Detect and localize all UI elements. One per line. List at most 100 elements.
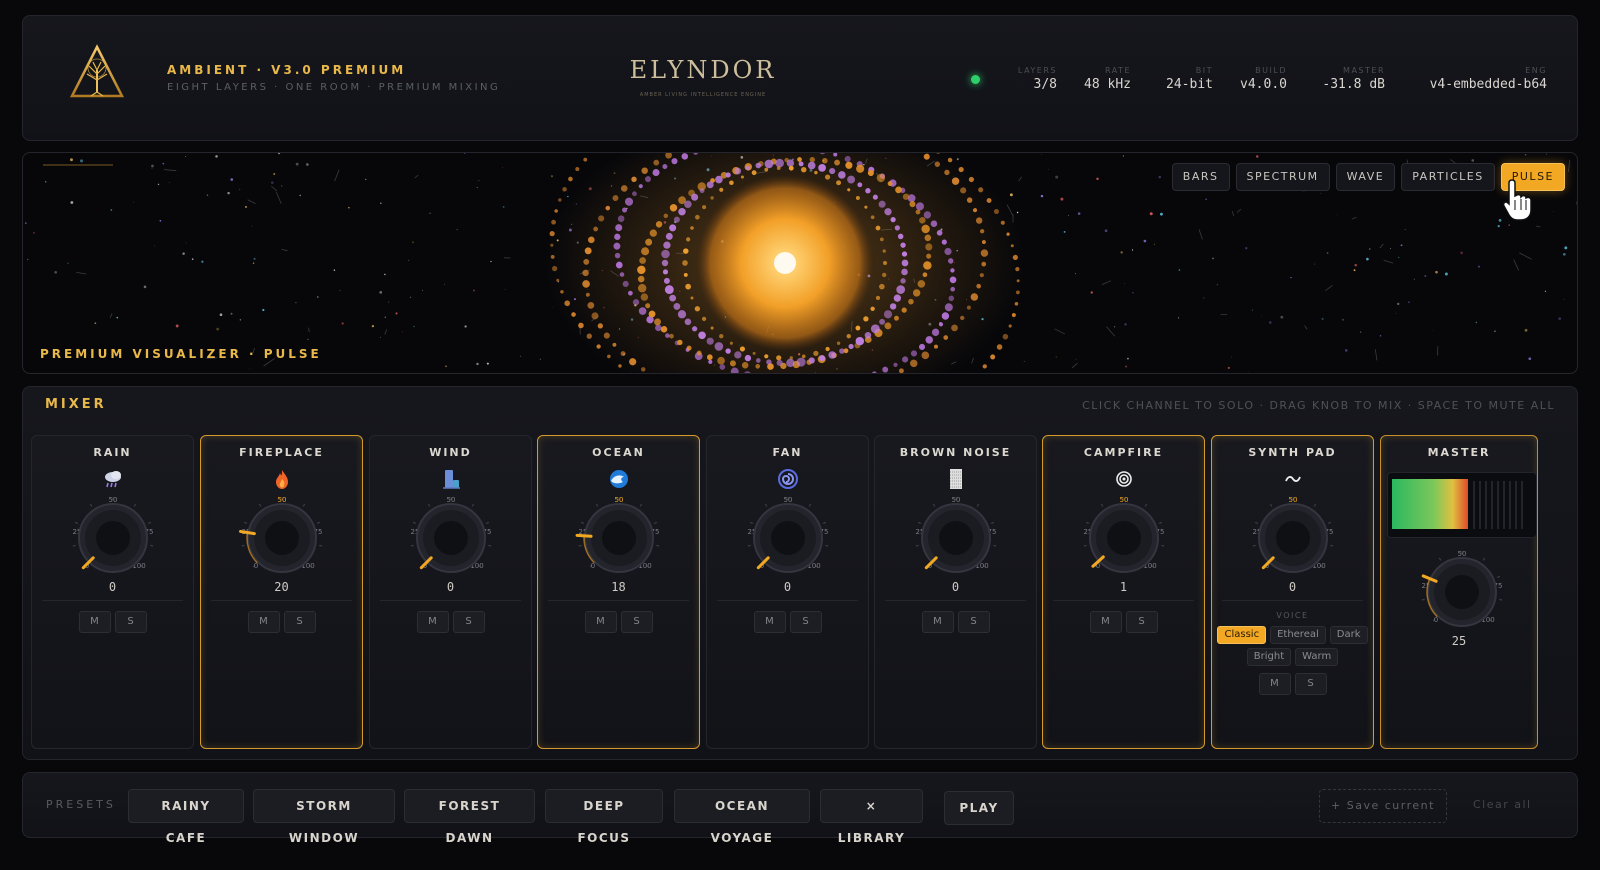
preset-ocean-voyage-button[interactable]: OCEAN VOYAGE bbox=[674, 789, 810, 845]
tab-spectrum[interactable]: SPECTRUM bbox=[1235, 163, 1330, 191]
volume-knob[interactable]: 2550750100 bbox=[1243, 490, 1343, 580]
visualizer-caption: PREMIUM VISUALIZER · PULSE bbox=[40, 347, 322, 361]
voice-option-bright[interactable]: Bright bbox=[1246, 648, 1292, 666]
channel-name: SYNTH PAD bbox=[1248, 446, 1337, 459]
channel-brown-noise[interactable]: BROWN NOISE 2550750100 0 M S bbox=[874, 435, 1037, 749]
mute-button[interactable]: M bbox=[1258, 673, 1291, 695]
solo-button[interactable]: S bbox=[114, 611, 147, 633]
mute-solo-group: M S bbox=[875, 611, 1036, 633]
knob-tick-label: 50 bbox=[952, 496, 961, 504]
stat-bit: BIT 24-bit bbox=[1166, 66, 1213, 92]
channel-divider bbox=[211, 600, 352, 601]
master-meter-fill bbox=[1392, 479, 1468, 529]
tab-wave[interactable]: WAVE bbox=[1335, 163, 1396, 191]
volume-knob[interactable]: 2550750100 bbox=[63, 490, 163, 580]
master-value: 25 bbox=[1451, 634, 1467, 648]
channel-name: FAN bbox=[772, 446, 803, 459]
channel-rain[interactable]: RAIN 2550750100 0 M S bbox=[31, 435, 194, 749]
save-current-button[interactable]: + Save current bbox=[1319, 789, 1447, 823]
channel-name: CAMPFIRE bbox=[1083, 446, 1164, 459]
preset-storm-window-button[interactable]: STORM WINDOW bbox=[253, 789, 395, 845]
mute-solo-group: M S bbox=[707, 611, 868, 633]
channel-campfire[interactable]: CAMPFIRE 25 50 75 0 100 1 M S bbox=[1042, 435, 1205, 749]
master-channel[interactable]: MASTER 25 50 75 0 100 25 bbox=[1380, 435, 1538, 749]
solo-button[interactable]: S bbox=[452, 611, 485, 633]
stat-master: MASTER -31.8 dB bbox=[1322, 66, 1385, 92]
knob-tick-label: 0 bbox=[254, 562, 258, 570]
clear-all-button[interactable]: Clear all bbox=[1473, 798, 1532, 811]
app-subtitle: EIGHT LAYERS · ONE ROOM · PREMIUM MIXING bbox=[167, 82, 501, 93]
mute-solo-group: M S bbox=[32, 611, 193, 633]
mute-solo-group: M S bbox=[538, 611, 699, 633]
channel-synth-pad[interactable]: SYNTH PAD 2550750100 0 VOICE ClassicEthe… bbox=[1211, 435, 1374, 749]
mute-button[interactable]: M bbox=[78, 611, 111, 633]
preset-deep-focus-button[interactable]: DEEP FOCUS bbox=[545, 789, 663, 845]
library-button[interactable]: × LIBRARY bbox=[820, 789, 923, 845]
voice-option-dark[interactable]: Dark bbox=[1329, 626, 1368, 644]
stat-layers: LAYERS 3/8 bbox=[1018, 66, 1057, 92]
channel-name: RAIN bbox=[93, 446, 132, 459]
presets-label: PRESETS bbox=[46, 798, 116, 811]
voice-label: VOICE bbox=[1276, 611, 1309, 620]
channel-divider bbox=[380, 600, 521, 601]
solo-button[interactable]: S bbox=[1125, 611, 1158, 633]
flame-icon bbox=[276, 470, 288, 489]
mute-solo-group: M S bbox=[1212, 673, 1373, 695]
voice-option-warm[interactable]: Warm bbox=[1295, 648, 1339, 666]
mute-button[interactable]: M bbox=[753, 611, 786, 633]
preset-forest-dawn-button[interactable]: FOREST DAWN bbox=[404, 789, 535, 845]
tilde-icon bbox=[1285, 476, 1301, 482]
volume-knob[interactable]: 2550750100 bbox=[906, 490, 1006, 580]
pulse-center-dot bbox=[774, 252, 796, 274]
volume-knob[interactable]: 2550750100 bbox=[569, 490, 669, 580]
channel-divider bbox=[1222, 600, 1363, 601]
solo-button[interactable]: S bbox=[620, 611, 653, 633]
volume-knob[interactable]: 2550750100 bbox=[1074, 490, 1174, 580]
tab-particles[interactable]: PARTICLES bbox=[1401, 163, 1495, 191]
channel-name: BROWN NOISE bbox=[899, 446, 1012, 459]
mute-button[interactable]: M bbox=[1089, 611, 1122, 633]
preset-rainy-cafe-button[interactable]: RAINY CAFE bbox=[128, 789, 244, 845]
knob-tick-label: 50 bbox=[109, 496, 118, 504]
channel-value: 0 bbox=[446, 580, 455, 594]
presets-bar: PRESETS RAINY CAFE STORM WINDOW FOREST D… bbox=[22, 772, 1578, 845]
play-button[interactable]: PLAY bbox=[944, 791, 1014, 825]
hand-pointer-cursor-icon bbox=[1503, 179, 1532, 221]
stat-label: BIT bbox=[1195, 66, 1213, 75]
volume-knob[interactable]: 2550750100 bbox=[738, 490, 838, 580]
channel-value: 20 bbox=[274, 580, 289, 594]
tab-bars[interactable]: BARS bbox=[1171, 163, 1230, 191]
solo-button[interactable]: S bbox=[283, 611, 316, 633]
knob-tick-label: 50 bbox=[615, 496, 624, 504]
channel-wind[interactable]: WIND 2550750100 0 M S bbox=[369, 435, 532, 749]
channel-name: OCEAN bbox=[592, 446, 645, 459]
stat-rate: RATE 48 kHz bbox=[1084, 66, 1131, 92]
noise-icon bbox=[950, 469, 962, 489]
mute-button[interactable]: M bbox=[247, 611, 280, 633]
channel-fan[interactable]: FAN 2550750100 0 M S bbox=[706, 435, 869, 749]
mute-button[interactable]: M bbox=[416, 611, 449, 633]
solo-button[interactable]: S bbox=[957, 611, 990, 633]
mute-solo-group: M S bbox=[201, 611, 362, 633]
voice-options-row: Bright Warm bbox=[1212, 648, 1373, 666]
volume-knob[interactable]: 2550750100 bbox=[401, 490, 501, 580]
knob-tick-label: 50 bbox=[1120, 496, 1129, 504]
channel-divider bbox=[548, 600, 689, 601]
master-volume-knob[interactable]: 2550750 100 bbox=[1412, 544, 1512, 634]
knob-tick-label: 50 bbox=[1458, 550, 1467, 558]
voice-option-classic[interactable]: Classic bbox=[1217, 626, 1267, 644]
mute-button[interactable]: M bbox=[584, 611, 617, 633]
stat-label: MASTER bbox=[1343, 66, 1385, 75]
solo-button[interactable]: S bbox=[1294, 673, 1327, 695]
knob-tick-label: 0 bbox=[591, 562, 595, 570]
mute-button[interactable]: M bbox=[921, 611, 954, 633]
voice-option-ethereal[interactable]: Ethereal bbox=[1270, 626, 1326, 644]
mute-solo-group: M S bbox=[1043, 611, 1204, 633]
solo-button[interactable]: S bbox=[789, 611, 822, 633]
channel-ocean[interactable]: OCEAN 25 50 75 0 100 18 M S bbox=[537, 435, 700, 749]
target-icon bbox=[1116, 471, 1132, 487]
channel-divider bbox=[885, 600, 1026, 601]
volume-knob[interactable]: 2550750100 bbox=[232, 490, 332, 580]
channel-fireplace[interactable]: FIREPLACE 2550750100 20 M S bbox=[200, 435, 363, 749]
channel-divider bbox=[717, 600, 858, 601]
